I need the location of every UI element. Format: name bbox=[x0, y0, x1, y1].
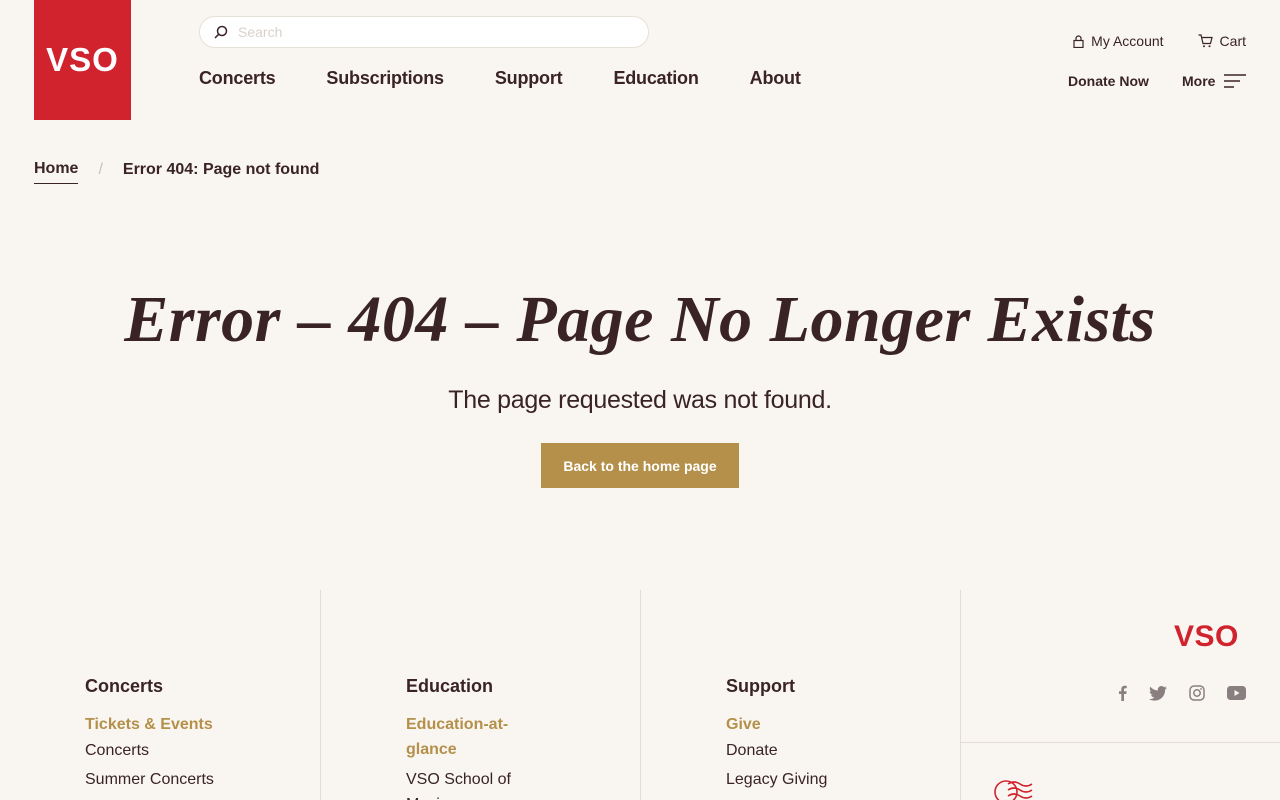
footer-divider bbox=[640, 590, 641, 800]
page-subtitle: The page requested was not found. bbox=[448, 386, 832, 414]
footer-link-give[interactable]: Give bbox=[726, 712, 827, 737]
cart-link[interactable]: Cart bbox=[1198, 33, 1246, 49]
instagram-icon[interactable] bbox=[1189, 685, 1205, 701]
footer-logo[interactable]: VSO bbox=[1174, 620, 1239, 654]
search-bar[interactable] bbox=[199, 16, 649, 48]
footer-link-vso-school-of-music[interactable]: VSO School of Music bbox=[406, 767, 536, 800]
youtube-icon[interactable] bbox=[1227, 686, 1246, 700]
main-nav: Concerts Subscriptions Support Education… bbox=[199, 68, 852, 89]
footer-divider bbox=[961, 742, 1280, 743]
footer-link-legacy-giving[interactable]: Legacy Giving bbox=[726, 771, 827, 789]
footer-heading: Concerts bbox=[85, 676, 164, 696]
more-menu-button[interactable]: More bbox=[1182, 73, 1247, 89]
footer-link-summer-concerts[interactable]: Summer Concerts bbox=[85, 771, 214, 789]
logo-text: VSO bbox=[46, 41, 119, 78]
footer-heading: Support bbox=[726, 676, 795, 696]
footer-column-support: Support Give Donate Legacy Giving bbox=[726, 676, 827, 789]
facebook-icon[interactable] bbox=[1118, 685, 1127, 701]
footer-column-concerts: Concerts Tickets & Events Concerts Summe… bbox=[85, 676, 214, 789]
breadcrumb-separator: / bbox=[98, 160, 103, 178]
nav-about[interactable]: About bbox=[750, 68, 801, 89]
breadcrumb-home[interactable]: Home bbox=[34, 160, 79, 184]
breadcrumb: Home / Error 404: Page not found bbox=[34, 160, 319, 184]
footer-link-education-at-glance[interactable]: Education-at-glance bbox=[406, 712, 536, 762]
more-label: More bbox=[1182, 73, 1216, 89]
donate-now-link[interactable]: Donate Now bbox=[1068, 73, 1149, 89]
hamburger-menu-icon bbox=[1224, 74, 1247, 88]
footer-heading: Education bbox=[406, 676, 494, 696]
twitter-icon[interactable] bbox=[1149, 685, 1167, 701]
search-icon bbox=[213, 24, 229, 40]
my-account-link[interactable]: My Account bbox=[1073, 33, 1164, 49]
footer-link-donate[interactable]: Donate bbox=[726, 742, 827, 760]
nav-education[interactable]: Education bbox=[613, 68, 698, 89]
my-account-label: My Account bbox=[1091, 33, 1164, 49]
footer-link-tickets-events[interactable]: Tickets & Events bbox=[85, 712, 214, 737]
back-home-button[interactable]: Back to the home page bbox=[541, 443, 739, 488]
vso-logo[interactable]: VSO bbox=[34, 0, 131, 120]
cart-icon bbox=[1198, 34, 1213, 48]
footer-link-concerts[interactable]: Concerts bbox=[85, 742, 214, 760]
cart-label: Cart bbox=[1219, 33, 1246, 49]
footer-divider bbox=[320, 590, 321, 800]
lock-icon bbox=[1073, 34, 1084, 48]
utility-nav: My Account Cart bbox=[1073, 33, 1246, 49]
nav-subscriptions[interactable]: Subscriptions bbox=[326, 68, 444, 89]
footer-column-education: Education Education-at-glance VSO School… bbox=[406, 676, 536, 800]
footer-divider bbox=[960, 590, 961, 800]
search-input[interactable] bbox=[238, 24, 628, 40]
vso-emblem-icon bbox=[994, 780, 1033, 800]
breadcrumb-current: Error 404: Page not found bbox=[122, 160, 320, 178]
nav-support[interactable]: Support bbox=[495, 68, 563, 89]
social-links bbox=[1096, 685, 1246, 701]
nav-concerts[interactable]: Concerts bbox=[199, 68, 276, 89]
page-title: Error – 404 – Page No Longer Exists bbox=[124, 283, 1156, 356]
